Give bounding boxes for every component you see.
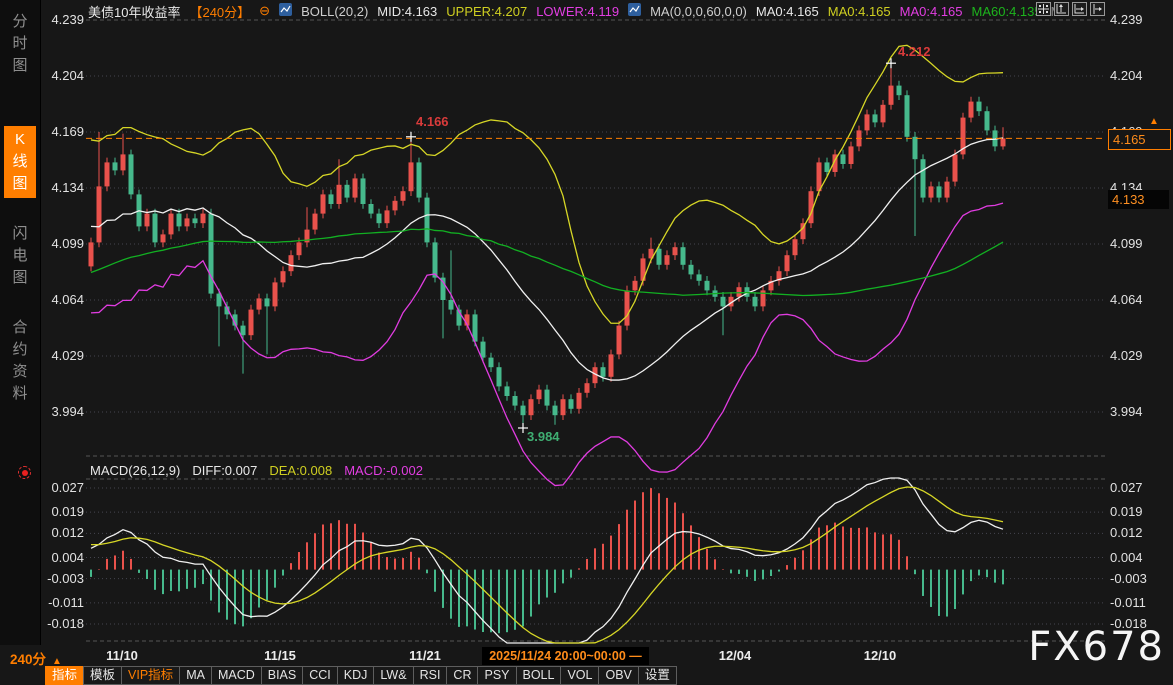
y-axis-zoom-icon[interactable] bbox=[1054, 2, 1069, 16]
toolbar-button-kdj[interactable]: KDJ bbox=[337, 666, 375, 685]
swing-low-annotation: 3.984 bbox=[527, 429, 560, 444]
sidebar-tab-time-chart[interactable]: 分时图 bbox=[4, 8, 36, 80]
boll-label: BOLL(20,2) bbox=[301, 4, 368, 19]
y-axis-label: 4.064 bbox=[1110, 292, 1164, 308]
y-axis-label: 4.239 bbox=[36, 12, 84, 28]
boll-indicator-icon bbox=[279, 3, 292, 19]
macd-axis-label: 0.019 bbox=[36, 504, 84, 520]
macd-axis-label: 0.012 bbox=[1110, 525, 1164, 541]
x-axis-date-label: 12/04 bbox=[719, 648, 752, 663]
collapse-right-icon[interactable] bbox=[1090, 2, 1105, 16]
x-axis-date-label: 11/21 bbox=[409, 648, 441, 663]
period-selector[interactable]: 240分▲ bbox=[10, 648, 62, 668]
macd-label: MACD(26,12,9) bbox=[90, 463, 180, 478]
sidebar: 分时图 K线图闪电图合约资料 bbox=[0, 0, 41, 648]
toolbar-button-cr[interactable]: CR bbox=[446, 666, 478, 685]
sidebar-tab-contract-info[interactable]: 合约资料 bbox=[4, 314, 36, 408]
macd-axis-label: 0.004 bbox=[1110, 550, 1164, 566]
macd-header: MACD(26,12,9) DIFF:0.007 DEA:0.008 MACD:… bbox=[90, 463, 423, 478]
session-readout: 2025/11/24 20:00~00:00 — bbox=[482, 647, 649, 665]
symbol-title: 美债10年收益率 bbox=[88, 2, 180, 21]
indicator-toolbar: 指标模板VIP指标MAMACDBIASCCIKDJLW&RSICRPSYBOLL… bbox=[46, 666, 677, 685]
ma-price-tag: 4.133 bbox=[1108, 190, 1169, 209]
ma-label: MA(0,0,0,60,0,0) bbox=[650, 4, 747, 19]
macd-hist-value: MACD:-0.002 bbox=[344, 463, 423, 478]
y-axis-label: 3.994 bbox=[1110, 404, 1164, 420]
y-axis-label: 4.204 bbox=[36, 68, 84, 84]
toolbar-button-indicators[interactable]: 指标 bbox=[45, 666, 84, 685]
toolbar-button-cci[interactable]: CCI bbox=[302, 666, 338, 685]
brand-watermark: FX678 bbox=[1028, 624, 1165, 670]
toolbar-button-templates[interactable]: 模板 bbox=[83, 666, 122, 685]
y-axis-label: 4.029 bbox=[36, 348, 84, 364]
x-axis-zoom-icon[interactable] bbox=[1072, 2, 1087, 16]
y-axis-label: 4.204 bbox=[1110, 68, 1164, 84]
macd-diff-value: DIFF:0.007 bbox=[192, 463, 257, 478]
swing-high-annotation: 4.166 bbox=[416, 114, 449, 129]
period-text: 240分 bbox=[10, 652, 46, 667]
macd-axis-label: 0.027 bbox=[36, 480, 84, 496]
price-up-arrow-icon: ▲ bbox=[1149, 116, 1159, 127]
toolbar-button-obv[interactable]: OBV bbox=[598, 666, 638, 685]
y-axis-label: 4.064 bbox=[36, 292, 84, 308]
x-axis-date-label: 11/10 bbox=[106, 648, 138, 663]
toolbar-button-bias[interactable]: BIAS bbox=[261, 666, 304, 685]
ma60-value: MA60:4.135 bbox=[972, 4, 1042, 19]
macd-axis-label: 0.012 bbox=[36, 525, 84, 541]
macd-axis-label: -0.011 bbox=[36, 595, 84, 611]
toolbar-button-boll[interactable]: BOLL bbox=[516, 666, 562, 685]
macd-axis-label: 0.004 bbox=[36, 550, 84, 566]
sidebar-tab-kline-chart[interactable]: K线图 bbox=[4, 126, 36, 198]
macd-dea-value: DEA:0.008 bbox=[269, 463, 332, 478]
y-axis-label: 4.134 bbox=[36, 180, 84, 196]
x-axis-date-label: 12/10 bbox=[864, 648, 897, 663]
last-price-tag: 4.165 bbox=[1108, 129, 1171, 150]
boll-lower-value: LOWER:4.119 bbox=[536, 4, 619, 19]
swing-high-annotation: 4.212 bbox=[898, 44, 931, 59]
toolbar-button-psy[interactable]: PSY bbox=[477, 666, 516, 685]
ma0-value-yellow: MA0:4.165 bbox=[828, 4, 891, 19]
collapse-indicator-icon[interactable]: ⊖ bbox=[259, 3, 270, 19]
toolbar-button-macd[interactable]: MACD bbox=[211, 666, 262, 685]
x-axis-date-label: 11/15 bbox=[264, 648, 296, 663]
ma0-value-white: MA0:4.165 bbox=[756, 4, 819, 19]
toolbar-button-vol[interactable]: VOL bbox=[560, 666, 599, 685]
macd-axis-label: -0.011 bbox=[1110, 595, 1164, 611]
y-axis-label: 3.994 bbox=[36, 404, 84, 420]
boll-mid-value: MID:4.163 bbox=[377, 4, 437, 19]
toolbar-button-vip-indicators[interactable]: VIP指标 bbox=[121, 666, 180, 685]
x-axis-row: 240分▲ 2025/11/24 20:00~00:00 — 11/10 11/1… bbox=[0, 645, 1173, 666]
toolbar-button-settings[interactable]: 设置 bbox=[638, 666, 677, 685]
macd-axis-label: 0.027 bbox=[1110, 480, 1164, 496]
live-indicator-icon bbox=[18, 466, 31, 479]
period-badge[interactable]: 【240分】 bbox=[189, 2, 250, 21]
macd-axis-label: -0.003 bbox=[36, 571, 84, 587]
sidebar-tab-flash-chart[interactable]: 闪电图 bbox=[4, 220, 36, 292]
y-axis-label: 4.099 bbox=[1110, 236, 1164, 252]
y-axis-label: 4.169 bbox=[36, 124, 84, 140]
chart-window-controls bbox=[1036, 2, 1105, 16]
candlestick-chart[interactable] bbox=[0, 0, 1173, 685]
crosshair-icon[interactable] bbox=[1036, 2, 1051, 16]
y-axis-label: 4.239 bbox=[1110, 12, 1164, 28]
toolbar-button-lwr[interactable]: LW& bbox=[373, 666, 413, 685]
macd-axis-label: -0.018 bbox=[36, 616, 84, 632]
chart-app: 4.2394.2394.2044.2044.1694.1694.1344.134… bbox=[0, 0, 1173, 685]
macd-axis-label: -0.003 bbox=[1110, 571, 1164, 587]
boll-upper-value: UPPER:4.207 bbox=[446, 4, 527, 19]
chart-header: 美债10年收益率 【240分】 ⊖ BOLL(20,2) MID:4.163 U… bbox=[88, 2, 1061, 20]
ma-indicator-icon bbox=[628, 3, 641, 19]
macd-axis-label: 0.019 bbox=[1110, 504, 1164, 520]
toolbar-button-ma[interactable]: MA bbox=[179, 666, 212, 685]
y-axis-label: 4.029 bbox=[1110, 348, 1164, 364]
toolbar-button-rsi[interactable]: RSI bbox=[413, 666, 448, 685]
y-axis-label: 4.099 bbox=[36, 236, 84, 252]
ma0-value-magenta: MA0:4.165 bbox=[900, 4, 963, 19]
